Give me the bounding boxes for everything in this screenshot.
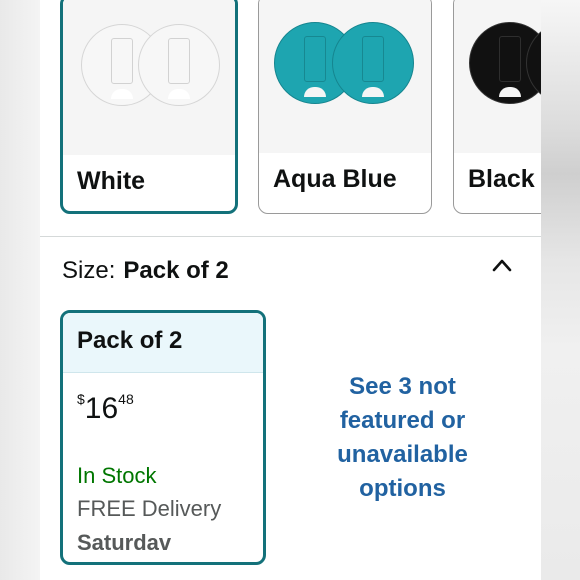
section-divider — [40, 236, 541, 237]
color-option-label: Black — [468, 165, 535, 193]
delivery-day: Saturdav — [77, 530, 172, 555]
delivery-text: FREE Delivery — [77, 496, 222, 521]
price: $1648 — [77, 391, 134, 426]
see-more-options-link[interactable]: See 3 not featured or unavailable option… — [310, 370, 495, 506]
size-option-title: Pack of 2 — [63, 313, 263, 373]
color-swatch-image — [63, 0, 235, 155]
price-whole: 16 — [84, 392, 119, 425]
chevron-up-icon[interactable] — [492, 258, 512, 272]
product-variation-panel: White Aqua Blue Black Size: Pack of 2 Pac… — [40, 0, 541, 580]
color-option-white[interactable]: White — [60, 0, 238, 214]
background-left — [0, 0, 40, 580]
color-swatch-image — [454, 0, 541, 153]
color-swatch-image — [259, 0, 431, 153]
price-fraction: 48 — [118, 391, 134, 407]
color-option-label: Aqua Blue — [273, 165, 397, 193]
size-label: Size: — [62, 257, 116, 284]
background-right — [541, 0, 580, 580]
price-symbol: $ — [77, 391, 85, 407]
color-option-black[interactable]: Black — [453, 0, 541, 214]
color-option-label: White — [77, 167, 146, 195]
lid-icon — [332, 22, 414, 104]
lid-icon — [138, 24, 220, 106]
color-option-aqua-blue[interactable]: Aqua Blue — [258, 0, 432, 214]
availability-status: In Stock — [77, 463, 157, 488]
size-selector-header: Size: Pack of 2 — [62, 257, 229, 285]
size-selected-value: Pack of 2 — [123, 257, 229, 284]
size-option-pack-of-2[interactable]: Pack of 2 $1648 In Stock FREE Delivery S… — [60, 310, 266, 565]
